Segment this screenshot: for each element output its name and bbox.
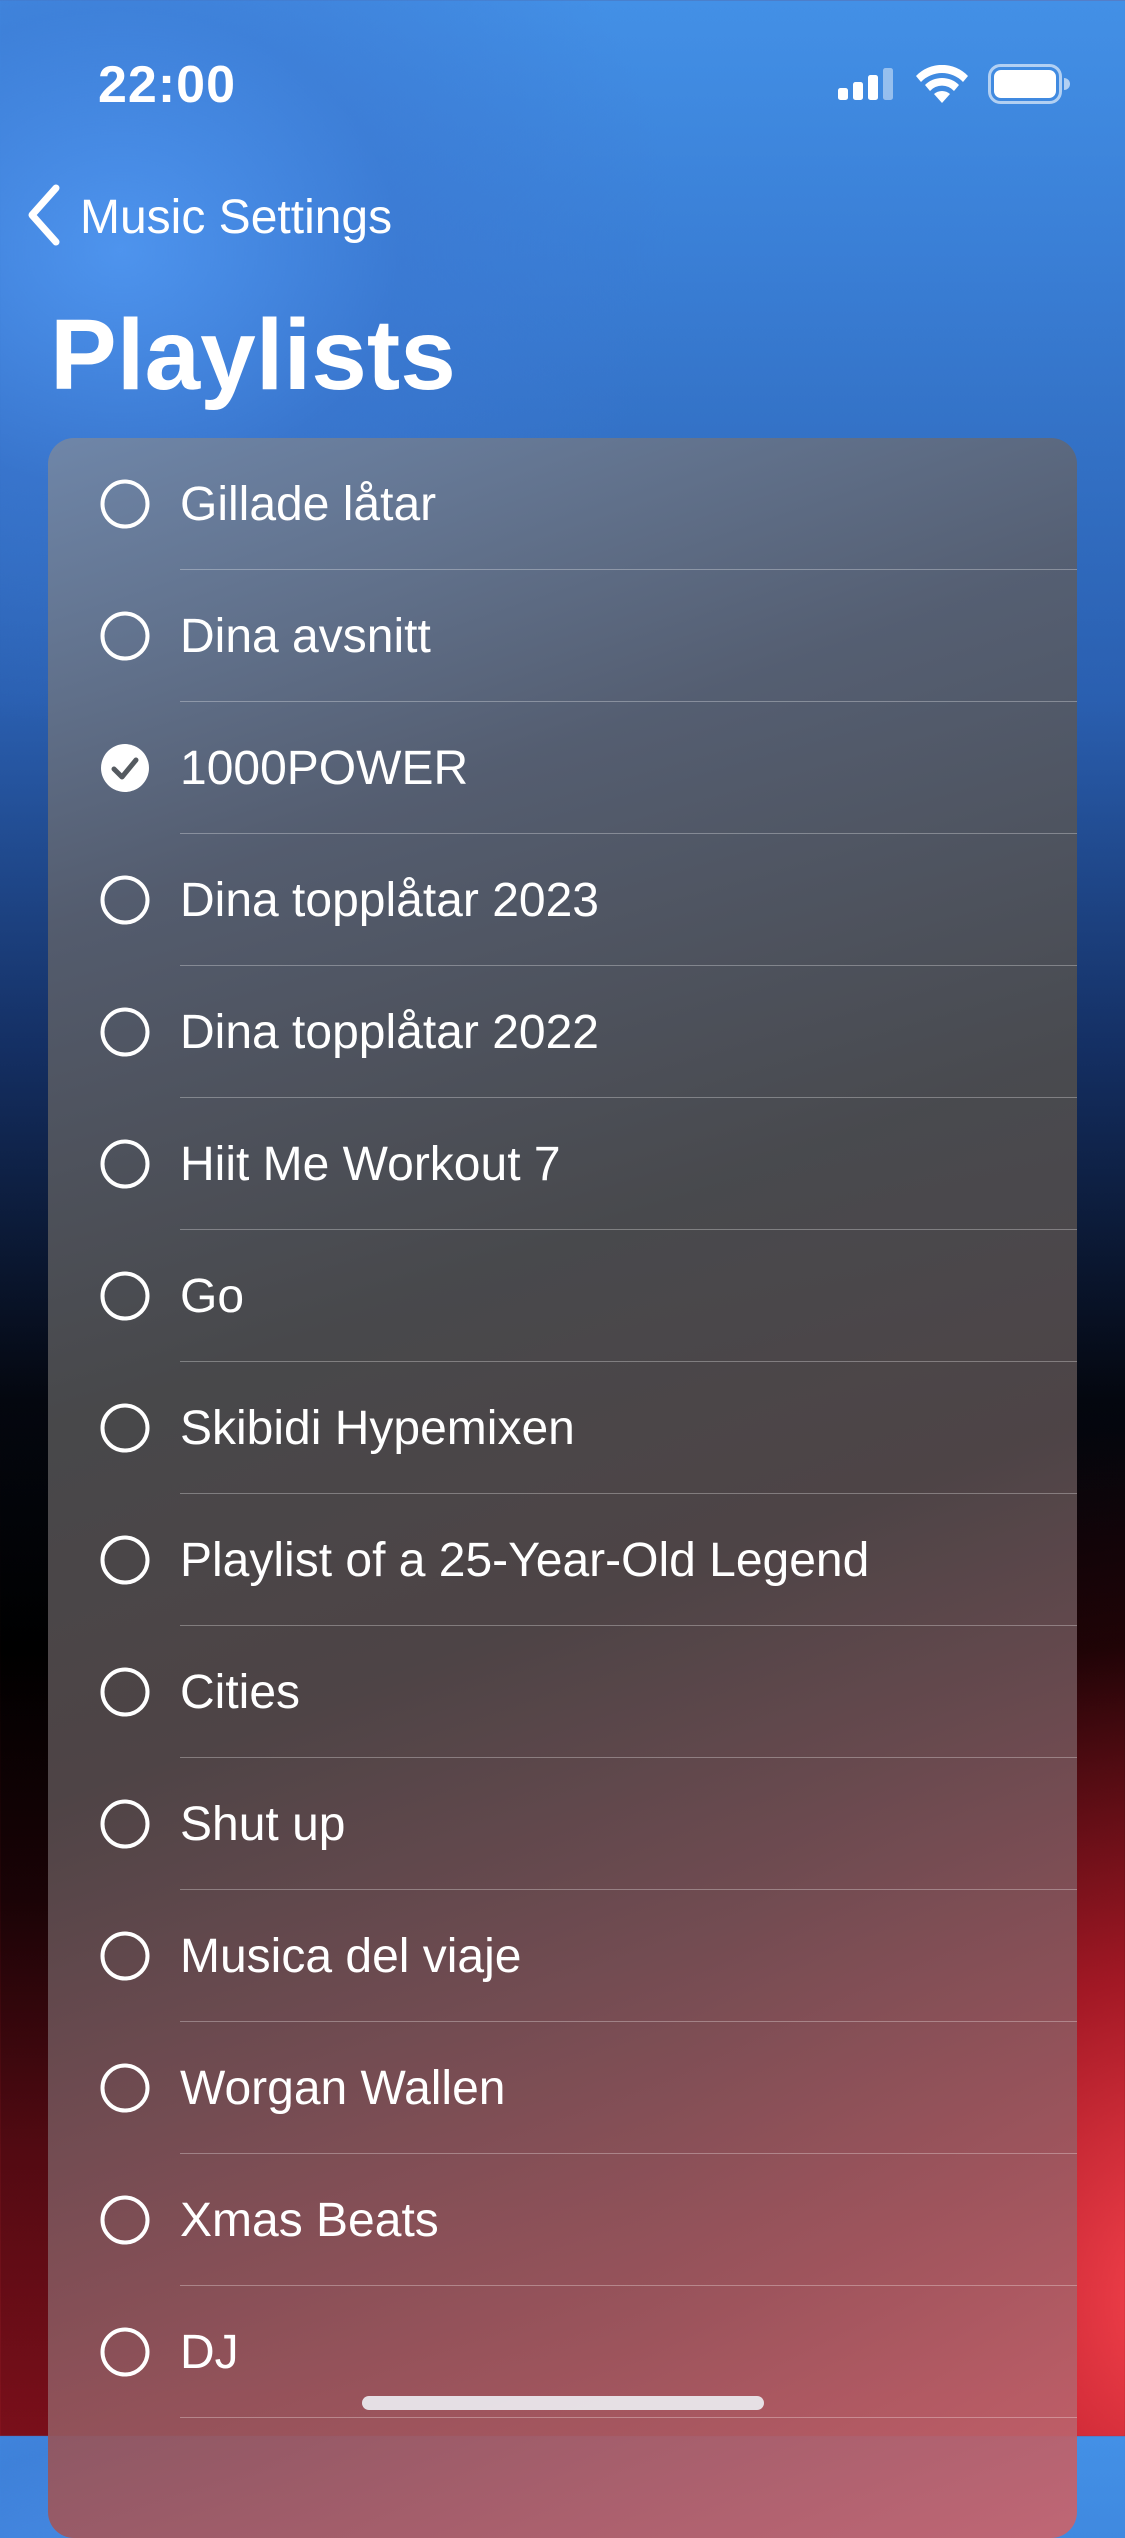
playlist-label: DJ xyxy=(180,2325,239,2379)
empty-circle-icon xyxy=(100,1271,150,1321)
empty-circle-icon xyxy=(100,1535,150,1585)
playlist-label: Musica del viaje xyxy=(180,1929,522,1983)
playlist-label: 1000POWER xyxy=(180,741,469,795)
playlist-label: Xmas Beats xyxy=(180,2193,439,2247)
empty-circle-icon xyxy=(100,875,150,925)
playlist-row[interactable]: Shut up xyxy=(48,1758,1077,1890)
playlist-label: Go xyxy=(180,1269,245,1323)
playlist-label: Dina topplåtar 2022 xyxy=(180,1005,599,1059)
home-indicator xyxy=(362,2396,764,2410)
wifi-icon xyxy=(916,64,968,108)
playlist-row[interactable]: 1000POWER xyxy=(48,702,1077,834)
playlist-label: Shut up xyxy=(180,1797,346,1851)
playlist-label: Dina avsnitt xyxy=(180,609,431,663)
empty-circle-icon xyxy=(100,1139,150,1189)
row-divider xyxy=(180,2417,1077,2418)
playlist-row[interactable]: Go xyxy=(48,1230,1077,1362)
empty-circle-icon xyxy=(100,1007,150,1057)
playlist-row[interactable]: Cities xyxy=(48,1626,1077,1758)
playlist-row[interactable]: Gillade låtar xyxy=(48,438,1077,570)
battery-icon xyxy=(988,64,1070,109)
back-button[interactable]: Music Settings xyxy=(22,180,392,255)
empty-circle-icon xyxy=(100,611,150,661)
playlist-row[interactable]: Dina topplåtar 2023 xyxy=(48,834,1077,966)
status-icons xyxy=(838,64,1070,109)
playlist-row[interactable]: Worgan Wallen xyxy=(48,2022,1077,2154)
playlist-row[interactable]: Xmas Beats xyxy=(48,2154,1077,2286)
playlist-row[interactable]: Musica del viaje xyxy=(48,1890,1077,2022)
page-title: Playlists xyxy=(50,299,456,411)
playlist-label: Skibidi Hypemixen xyxy=(180,1401,575,1455)
checkmark-circle-icon xyxy=(100,743,150,793)
playlist-row[interactable]: Hiit Me Workout 7 xyxy=(48,1098,1077,1230)
playlist-label: Playlist of a 25-Year-Old Legend xyxy=(180,1533,870,1587)
playlist-row[interactable]: Dina avsnitt xyxy=(48,570,1077,702)
status-bar: 22:00 xyxy=(0,0,1125,140)
empty-circle-icon xyxy=(100,2327,150,2377)
back-button-label: Music Settings xyxy=(80,191,393,244)
empty-circle-icon xyxy=(100,2195,150,2245)
playlist-label: Hiit Me Workout 7 xyxy=(180,1137,561,1191)
playlist-row[interactable]: Playlist of a 25-Year-Old Legend xyxy=(48,1494,1077,1626)
empty-circle-icon xyxy=(100,1799,150,1849)
empty-circle-icon xyxy=(100,1931,150,1981)
playlist-list: Gillade låtar Dina avsnitt 1000POWER Dina t… xyxy=(48,438,1077,2538)
playlist-label: Cities xyxy=(180,1665,301,1719)
status-time: 22:00 xyxy=(98,56,236,114)
empty-circle-icon xyxy=(100,1403,150,1453)
playlist-row[interactable]: Dina topplåtar 2022 xyxy=(48,966,1077,1098)
playlist-label: Dina topplåtar 2023 xyxy=(180,873,599,927)
playlist-label: Gillade låtar xyxy=(180,477,437,531)
cellular-signal-icon xyxy=(838,68,896,105)
empty-circle-icon xyxy=(100,2063,150,2113)
playlist-label: Worgan Wallen xyxy=(180,2061,506,2115)
playlist-row[interactable]: Skibidi Hypemixen xyxy=(48,1362,1077,1494)
empty-circle-icon xyxy=(100,1667,150,1717)
empty-circle-icon xyxy=(100,479,150,529)
chevron-left-icon xyxy=(22,180,66,255)
